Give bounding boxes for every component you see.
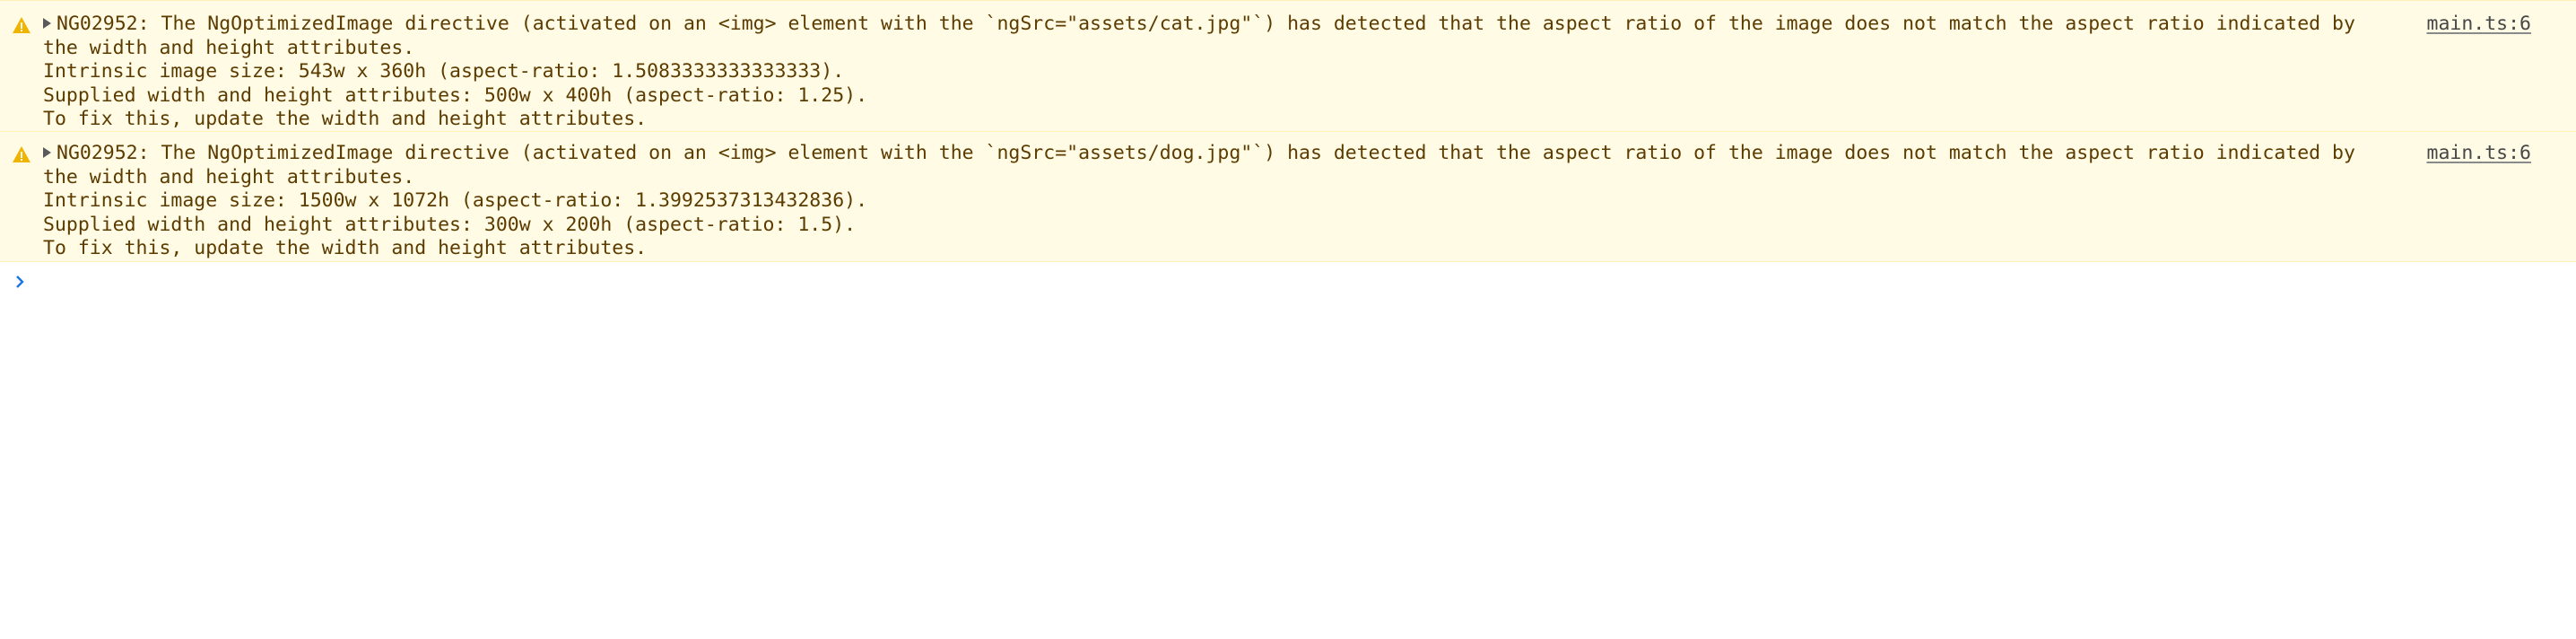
message-detail-line: Intrinsic image size: 1500w x 1072h (asp… bbox=[43, 189, 868, 212]
console-input[interactable] bbox=[43, 270, 2537, 295]
expand-triangle-icon[interactable] bbox=[43, 18, 51, 29]
message-text-continued: the width and height attributes. bbox=[43, 36, 415, 59]
message-text: NG02952: The NgOptimizedImage directive … bbox=[57, 142, 2355, 164]
console-warning-message[interactable]: NG02952: The NgOptimizedImage directive … bbox=[0, 0, 2576, 132]
chevron-right-icon bbox=[16, 276, 24, 288]
message-first-line: NG02952: The NgOptimizedImage directive … bbox=[43, 13, 2531, 37]
message-first-line: NG02952: The NgOptimizedImage directive … bbox=[43, 142, 2531, 166]
devtools-console: NG02952: The NgOptimizedImage directive … bbox=[0, 0, 2576, 639]
message-text: NG02952: The NgOptimizedImage directive … bbox=[57, 13, 2355, 35]
message-detail-line: Intrinsic image size: 543w x 360h (aspec… bbox=[43, 60, 845, 83]
console-prompt[interactable] bbox=[0, 265, 2576, 301]
message-detail-line: Supplied width and height attributes: 50… bbox=[43, 83, 868, 107]
message-detail-line: Supplied width and height attributes: 30… bbox=[43, 213, 857, 236]
source-link[interactable]: main.ts:6 bbox=[2427, 13, 2532, 37]
expand-triangle-icon[interactable] bbox=[43, 147, 51, 158]
warning-icon bbox=[13, 17, 30, 33]
warning-icon bbox=[13, 146, 30, 162]
message-text-continued: the width and height attributes. bbox=[43, 165, 415, 188]
source-link[interactable]: main.ts:6 bbox=[2427, 142, 2532, 166]
message-detail-line: To fix this, update the width and height… bbox=[43, 237, 648, 259]
message-detail-line: To fix this, update the width and height… bbox=[43, 108, 648, 130]
console-warning-message[interactable]: NG02952: The NgOptimizedImage directive … bbox=[0, 132, 2576, 262]
